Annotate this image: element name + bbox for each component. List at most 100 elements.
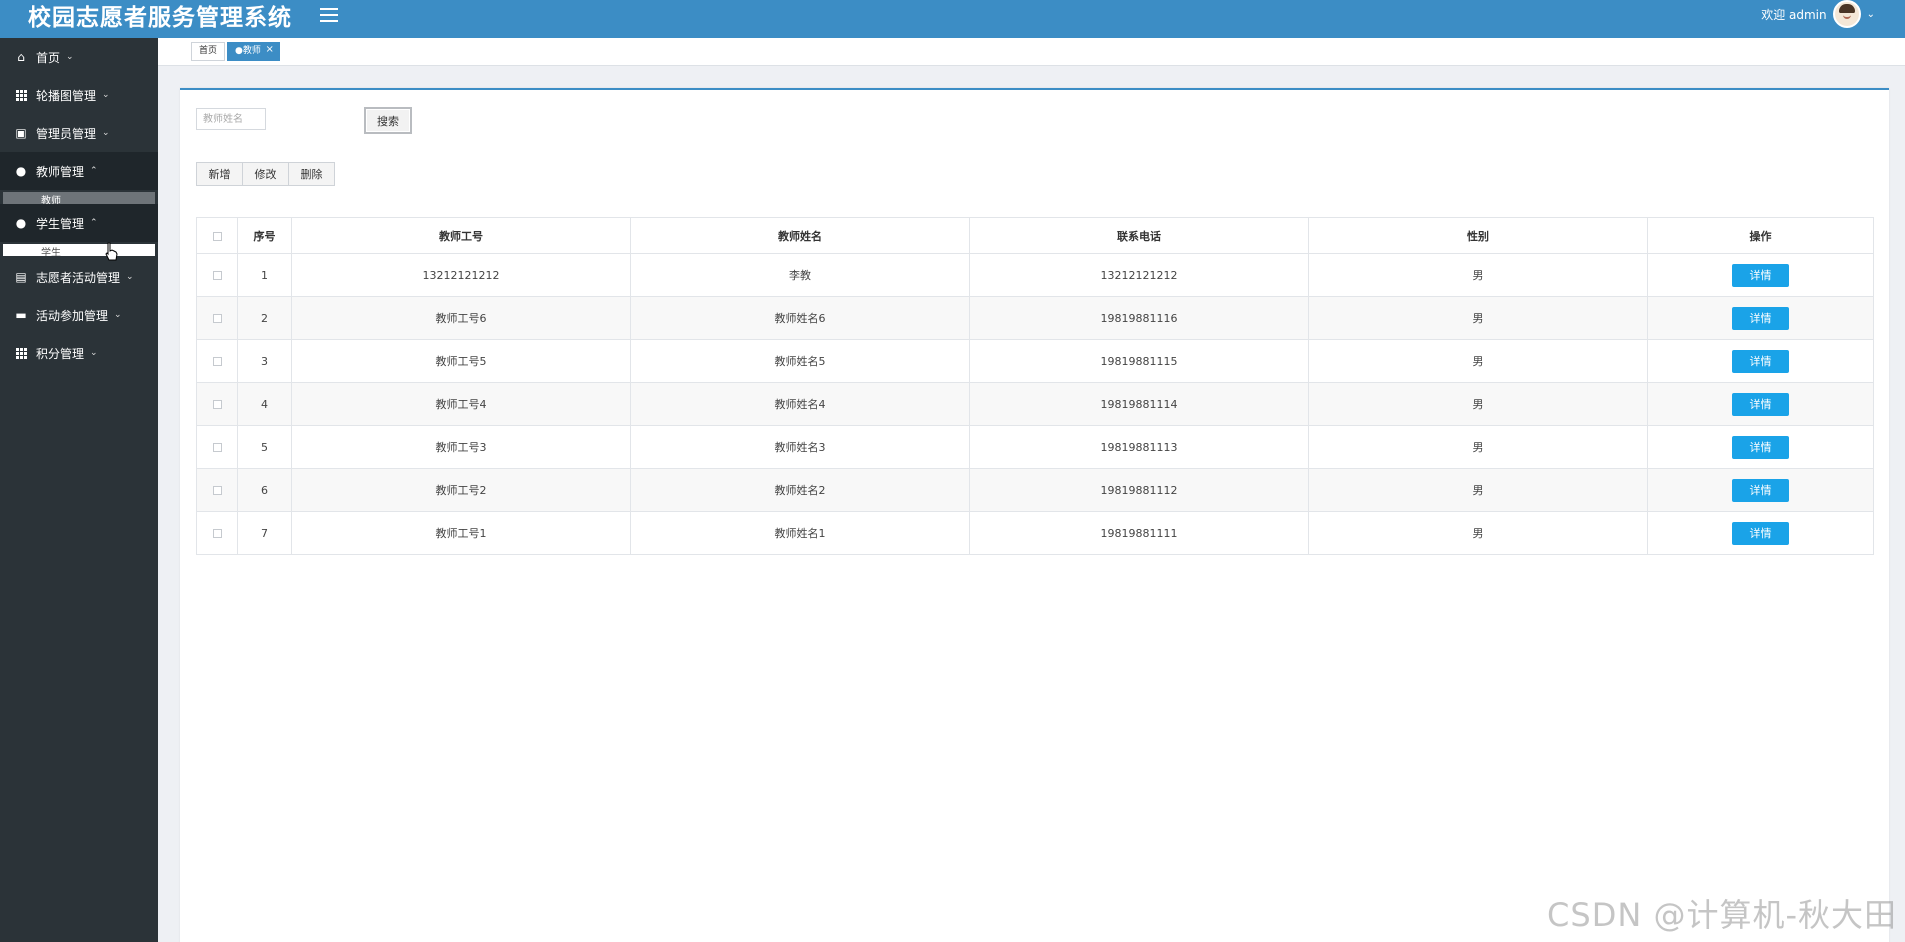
select-all-cell	[196, 217, 238, 254]
close-icon[interactable]: ×	[265, 41, 273, 58]
row-gender: 男	[1308, 425, 1648, 469]
delete-button[interactable]: 删除	[288, 162, 335, 186]
row-checkbox[interactable]	[212, 529, 222, 538]
row-gender: 男	[1308, 253, 1648, 297]
add-button[interactable]: 新增	[196, 162, 243, 186]
sidebar-item-label: 志愿者活动管理	[36, 270, 121, 285]
row-select-cell	[196, 425, 238, 469]
tab-label: ●教师	[235, 46, 261, 56]
row-checkbox[interactable]	[212, 314, 222, 323]
chevron-down-icon: ⌄	[90, 348, 98, 358]
row-actions: 详情	[1647, 425, 1874, 469]
detail-button[interactable]: 详情	[1732, 521, 1789, 545]
top-header: 校园志愿者服务管理系统 欢迎 admin ⌄	[0, 0, 1905, 38]
row-phone: 19819881114	[969, 382, 1309, 426]
edit-button[interactable]: 修改	[242, 162, 289, 186]
row-no: 1	[237, 253, 292, 297]
detail-button[interactable]: 详情	[1732, 392, 1789, 416]
select-all-checkbox[interactable]	[212, 231, 222, 241]
sidebar-item-admin[interactable]: ▣ 管理员管理 ⌄	[0, 114, 158, 152]
column-header: 联系电话	[969, 217, 1309, 254]
row-actions: 详情	[1647, 296, 1874, 340]
column-header: 教师姓名	[630, 217, 970, 254]
search-button[interactable]: 搜索	[364, 107, 412, 134]
row-select-cell	[196, 382, 238, 426]
sidebar-item-label: 管理员管理	[36, 126, 97, 141]
user-icon: ●	[15, 216, 27, 230]
row-teacher-name: 李教	[630, 253, 970, 297]
row-teacher-id: 教师工号6	[291, 296, 631, 340]
table-row: 3 教师工号5 教师姓名5 19819881115 男 详情	[196, 339, 1874, 383]
sidebar-item-student[interactable]: ● 学生管理 ⌃	[0, 204, 158, 242]
row-phone: 19819881115	[969, 339, 1309, 383]
row-gender: 男	[1308, 339, 1648, 383]
row-teacher-id: 教师工号4	[291, 382, 631, 426]
table-row: 6 教师工号2 教师姓名2 19819881112 男 详情	[196, 468, 1874, 512]
row-checkbox[interactable]	[212, 443, 222, 452]
row-checkbox[interactable]	[212, 357, 222, 366]
sidebar-item-carousel[interactable]: 轮播图管理 ⌄	[0, 76, 158, 114]
chevron-down-icon: ⌄	[66, 52, 74, 62]
menu-toggle-icon[interactable]	[318, 4, 340, 26]
detail-button[interactable]: 详情	[1732, 263, 1789, 287]
sidebar-subitem-student[interactable]: 学生	[3, 244, 155, 256]
row-checkbox[interactable]	[212, 486, 222, 495]
tab-teacher[interactable]: ●教师 ×	[227, 42, 280, 61]
detail-button[interactable]: 详情	[1732, 349, 1789, 373]
chevron-down-icon: ⌄	[126, 272, 134, 282]
sidebar-item-label: 首页	[36, 50, 61, 65]
sidebar-item-volunteer-activity[interactable]: ▤ 志愿者活动管理 ⌄	[0, 258, 158, 296]
search-input[interactable]	[196, 108, 266, 130]
avatar[interactable]	[1832, 0, 1861, 28]
row-teacher-name: 教师姓名6	[630, 296, 970, 340]
content-panel: 搜索 新增 修改 删除 序号 教师工号 教师姓名 联系电话 性别 操作 1 13…	[180, 88, 1889, 942]
table-row: 5 教师工号3 教师姓名3 19819881113 男 详情	[196, 425, 1874, 469]
row-gender: 男	[1308, 382, 1648, 426]
chevron-up-icon: ⌃	[90, 218, 98, 228]
chevron-down-icon: ⌄	[114, 310, 122, 320]
row-teacher-id: 教师工号5	[291, 339, 631, 383]
row-select-cell	[196, 296, 238, 340]
sidebar: ⌂ 首页 ⌄ 轮播图管理 ⌄ ▣ 管理员管理 ⌄ ● 教师管理 ⌃ 教师 ● 学…	[0, 38, 158, 942]
sidebar-item-teacher[interactable]: ● 教师管理 ⌃	[0, 152, 158, 190]
chevron-down-icon: ⌄	[1866, 8, 1875, 20]
row-select-cell	[196, 511, 238, 555]
row-no: 2	[237, 296, 292, 340]
row-phone: 19819881116	[969, 296, 1309, 340]
row-select-cell	[196, 468, 238, 512]
wallet-icon: ▤	[15, 270, 27, 284]
column-header: 操作	[1647, 217, 1874, 254]
sidebar-item-label: 学生管理	[36, 216, 85, 231]
tab-home[interactable]: 首页	[191, 42, 226, 61]
row-actions: 详情	[1647, 468, 1874, 512]
sidebar-subitem-teacher[interactable]: 教师	[3, 192, 155, 204]
sidebar-item-activity-join[interactable]: ▬ 活动参加管理 ⌄	[0, 296, 158, 334]
sidebar-item-points[interactable]: 积分管理 ⌄	[0, 334, 158, 372]
chevron-down-icon: ⌄	[102, 90, 110, 100]
user-menu[interactable]: 欢迎 admin ⌄	[1761, 0, 1875, 28]
row-no: 7	[237, 511, 292, 555]
row-gender: 男	[1308, 511, 1648, 555]
row-gender: 男	[1308, 468, 1648, 512]
app-title: 校园志愿者服务管理系统	[28, 5, 292, 31]
detail-button[interactable]: 详情	[1732, 478, 1789, 502]
detail-button[interactable]: 详情	[1732, 306, 1789, 330]
grid-icon	[14, 88, 28, 102]
row-gender: 男	[1308, 296, 1648, 340]
column-header: 性别	[1308, 217, 1648, 254]
chevron-up-icon: ⌃	[90, 166, 98, 176]
row-checkbox[interactable]	[212, 271, 222, 280]
row-teacher-name: 教师姓名1	[630, 511, 970, 555]
row-checkbox[interactable]	[212, 400, 222, 409]
row-teacher-id: 教师工号1	[291, 511, 631, 555]
row-phone: 19819881112	[969, 468, 1309, 512]
row-phone: 13212121212	[969, 253, 1309, 297]
action-buttons: 新增 修改 删除	[196, 162, 335, 186]
row-actions: 详情	[1647, 511, 1874, 555]
detail-button[interactable]: 详情	[1732, 435, 1789, 459]
row-no: 3	[237, 339, 292, 383]
row-actions: 详情	[1647, 339, 1874, 383]
row-teacher-id: 13212121212	[291, 253, 631, 297]
sidebar-item-home[interactable]: ⌂ 首页 ⌄	[0, 38, 158, 76]
row-actions: 详情	[1647, 253, 1874, 297]
